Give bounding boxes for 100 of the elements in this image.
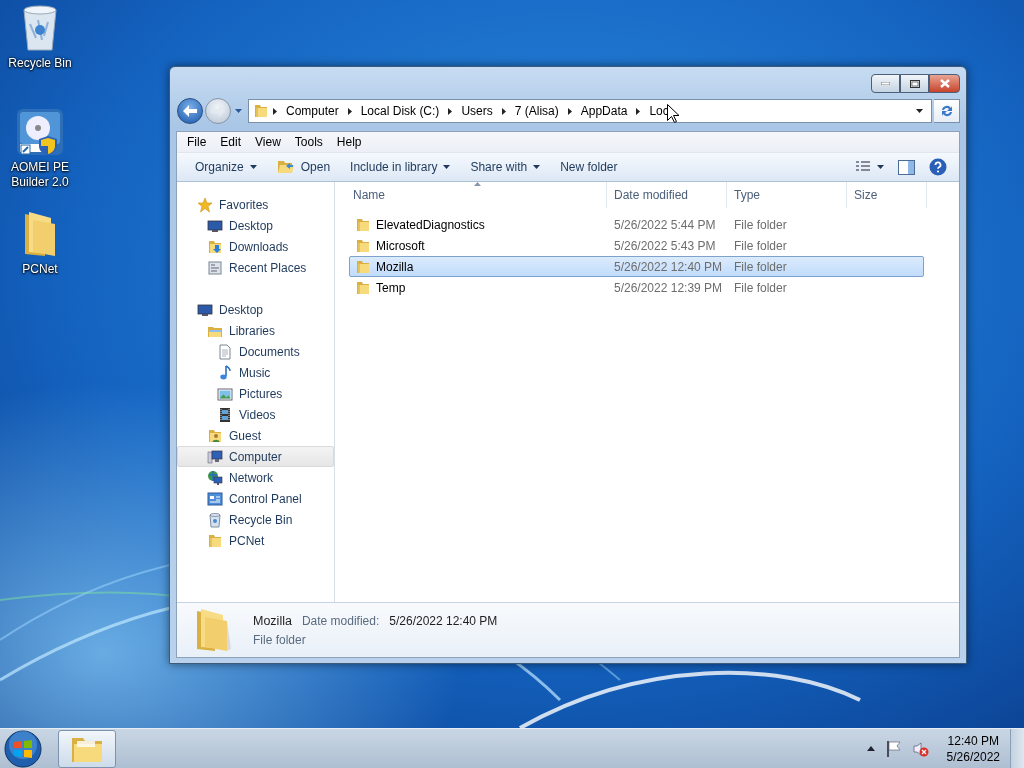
nav-item[interactable]: Network: [177, 467, 334, 488]
date-modified: 5/26/2022 12:40 PM: [613, 259, 724, 274]
item-name: Mozilla: [253, 613, 292, 628]
file-name: Temp: [376, 280, 406, 295]
date-modified: 5/26/2022 5:43 PM: [613, 238, 717, 253]
folder-icon: [355, 216, 371, 233]
date-modified: 5/26/2022 12:39 PM: [613, 280, 724, 295]
toolbar-button[interactable]: Open: [266, 155, 341, 179]
nav-item[interactable]: Control Panel: [177, 488, 334, 509]
folder-icon: [355, 237, 371, 254]
item-type: File folder: [253, 632, 307, 647]
desktop-icon-label[interactable]: Recycle Bin: [2, 56, 78, 71]
toolbar-button[interactable]: New folder: [550, 155, 628, 179]
toolbar-button[interactable]: Share with: [460, 155, 551, 179]
document-icon: [217, 343, 233, 360]
network-icon: [207, 469, 223, 486]
nav-item[interactable]: Downloads: [177, 236, 334, 257]
file-name: Mozilla: [376, 259, 414, 274]
breadcrumb-arrow-icon[interactable]: [501, 107, 506, 115]
nav-item[interactable]: Recent Places: [177, 257, 334, 278]
file-type: File folder: [733, 259, 788, 274]
refresh-button[interactable]: [934, 99, 960, 123]
open-folder-icon: [276, 159, 295, 175]
breadcrumb-arrow-icon[interactable]: [448, 107, 453, 115]
toolbar-button[interactable]: Include in library: [340, 155, 461, 179]
recycle-bin-icon: [207, 511, 223, 528]
film-icon: [217, 406, 233, 423]
minimize-button[interactable]: [871, 74, 900, 93]
nav-item[interactable]: PCNet: [177, 530, 334, 551]
nav-item[interactable]: Libraries: [177, 320, 334, 341]
caret-icon[interactable]: [443, 165, 451, 169]
file-type: File folder: [733, 238, 788, 253]
maximize-button[interactable]: [900, 74, 929, 93]
folder-icon: [355, 279, 371, 296]
refresh-icon: [939, 104, 954, 118]
minimize-icon: [881, 82, 890, 85]
right-arrow-icon: [211, 105, 225, 117]
left-arrow-icon: [183, 105, 197, 117]
folder-icon: [207, 532, 223, 549]
preview-pane-icon: [898, 159, 915, 175]
breadcrumb[interactable]: Computer: [281, 100, 344, 122]
breadcrumb-arrow-icon[interactable]: [273, 107, 277, 115]
file-row[interactable]: Mozilla 5/26/2022 12:40 PM File folder: [349, 256, 924, 277]
breadcrumb[interactable]: 7 (Alisa): [509, 100, 564, 122]
back-button[interactable]: [177, 98, 203, 124]
clock[interactable]: 12:40 PM 5/26/2022: [934, 733, 1010, 764]
flag-icon: [886, 740, 901, 757]
desktop-icon-label[interactable]: AOMEI PE Builder 2.0: [2, 160, 78, 190]
recycle-bin-icon: [20, 4, 60, 52]
file-row[interactable]: ElevatedDiagnostics 5/26/2022 5:44 PM File folder: [349, 214, 924, 235]
nav-item[interactable]: Documents: [177, 341, 334, 362]
menu-item[interactable]: Help: [329, 135, 369, 149]
breadcrumb[interactable]: AppData: [575, 100, 633, 122]
file-type: File folder: [733, 280, 788, 295]
list-view-icon: [855, 160, 871, 174]
download-folder-icon: [207, 238, 223, 255]
caret-icon[interactable]: [877, 165, 884, 169]
property-label: Date modified:: [301, 613, 380, 628]
nav-item[interactable]: Guest: [177, 425, 334, 446]
up-caret-icon: [866, 746, 875, 751]
sort-arrow-icon: [474, 182, 481, 186]
file-name: ElevatedDiagnostics: [376, 217, 485, 232]
file-explorer-taskbar-button[interactable]: [58, 729, 116, 768]
column-header[interactable]: Date modified: [607, 182, 727, 208]
nav-item[interactable]: Desktop: [177, 299, 334, 320]
caret-icon[interactable]: [249, 165, 257, 169]
toolbar-button[interactable]: Organize: [185, 155, 267, 179]
caret-icon[interactable]: [533, 165, 541, 169]
nav-item[interactable]: Desktop: [177, 215, 334, 236]
file-row[interactable]: Temp 5/26/2022 12:39 PM File folder: [349, 277, 924, 298]
menu-item[interactable]: Tools: [287, 135, 330, 149]
breadcrumb-arrow-icon[interactable]: [347, 107, 352, 115]
breadcrumb-arrow-icon[interactable]: [567, 107, 572, 115]
column-header[interactable]: Type: [727, 182, 847, 208]
breadcrumb[interactable]: Local Disk (C:): [355, 100, 445, 122]
muted-speaker-icon: [912, 740, 929, 757]
desktop-icon-label[interactable]: PCNet: [2, 262, 78, 277]
nav-item[interactable]: Recycle Bin: [177, 509, 334, 530]
breadcrumb[interactable]: Users: [456, 100, 498, 122]
column-header[interactable]: Name: [349, 182, 607, 208]
column-header[interactable]: Size: [847, 182, 927, 208]
menu-item[interactable]: Edit: [213, 135, 249, 149]
nav-item[interactable]: Computer: [177, 446, 334, 467]
breadcrumb-arrow-icon[interactable]: [636, 107, 641, 115]
caret-icon[interactable]: [916, 109, 923, 113]
music-note-icon: [217, 364, 233, 381]
monitor-icon: [197, 301, 213, 318]
close-button[interactable]: [929, 74, 960, 93]
help-icon: [929, 158, 947, 176]
menu-item[interactable]: File: [180, 135, 214, 149]
nav-item[interactable]: Favorites: [177, 194, 334, 215]
nav-item[interactable]: Music: [177, 362, 334, 383]
computer-icon: [207, 448, 223, 465]
menu-item[interactable]: View: [248, 135, 288, 149]
nav-item[interactable]: Pictures: [177, 383, 334, 404]
star-icon: [197, 196, 213, 213]
file-row[interactable]: Microsoft 5/26/2022 5:43 PM File folder: [349, 235, 924, 256]
disc-shield-app-icon: [16, 108, 64, 156]
close-icon: [939, 79, 950, 88]
nav-item[interactable]: Videos: [177, 404, 334, 425]
